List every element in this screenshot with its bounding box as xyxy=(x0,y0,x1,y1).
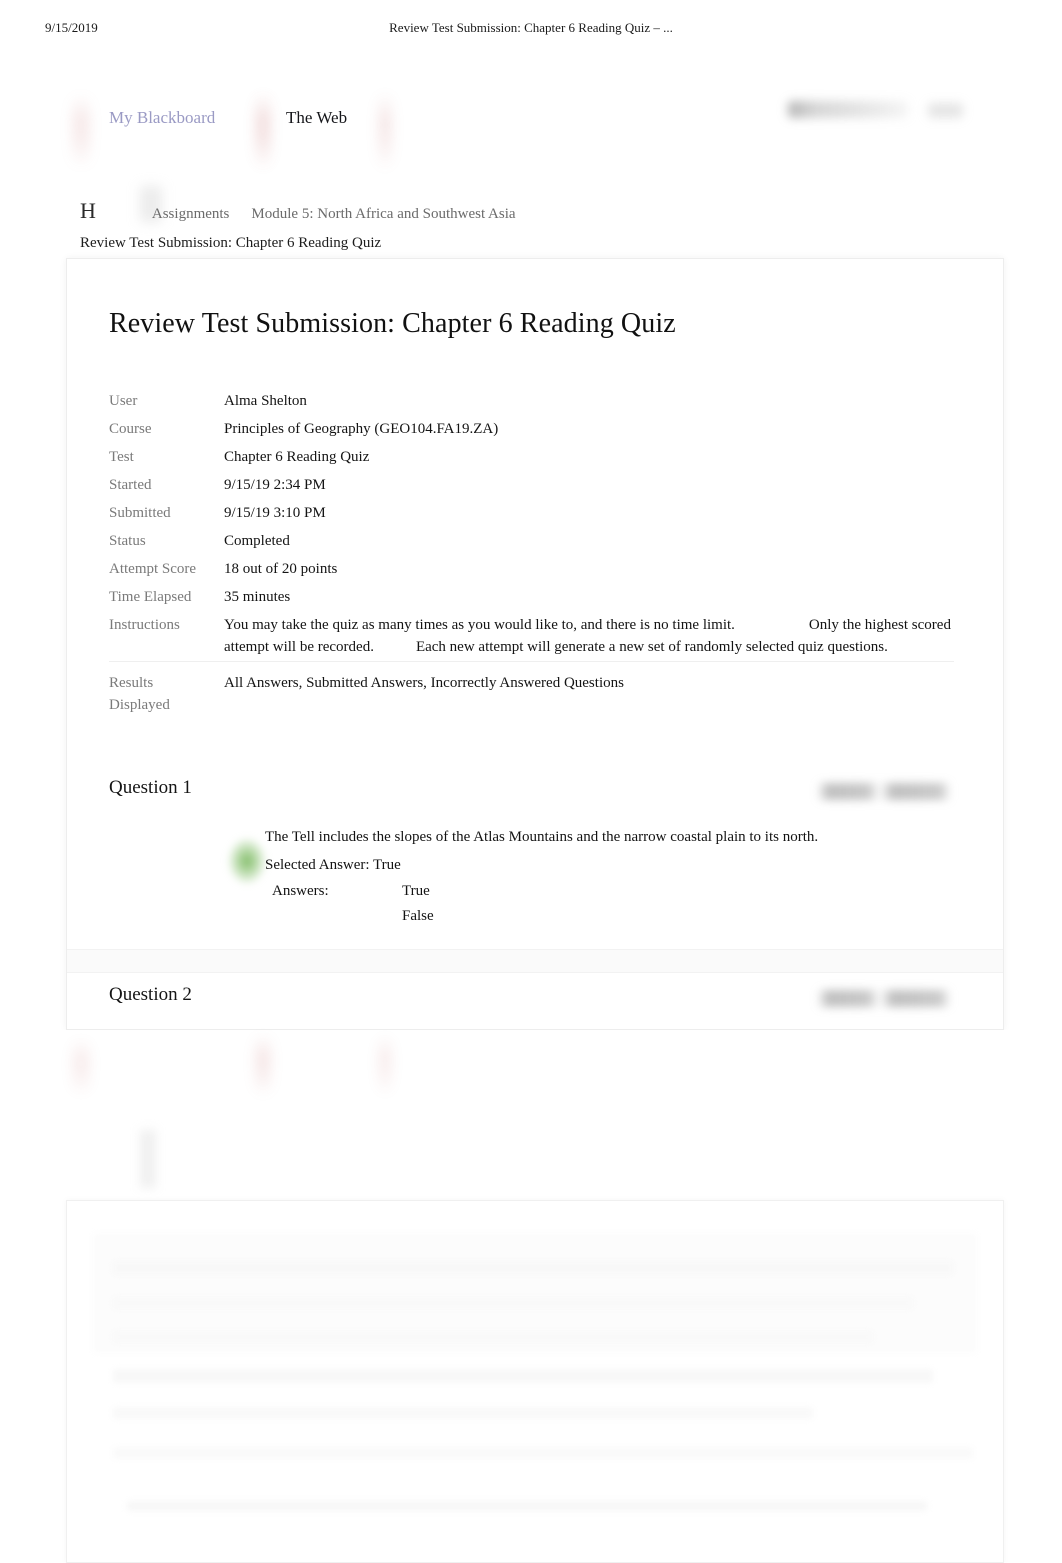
info-row-test: Test Chapter 6 Reading Quiz xyxy=(109,443,954,471)
info-value-attempt-score: 18 out of 20 points xyxy=(224,561,338,577)
breadcrumb: H Assignments Module 5: North Africa and S… xyxy=(80,198,960,256)
question-2-title: Question 2 xyxy=(109,984,192,1005)
site-navigation-bar: My Blackboard The Web xyxy=(0,46,1062,170)
question-1-selected-value: True xyxy=(373,857,401,873)
question-2-points-badge-blurred xyxy=(817,990,951,1007)
page-title: Review Test Submission: Chapter 6 Readin… xyxy=(109,307,676,339)
breadcrumb-home[interactable]: H xyxy=(80,198,96,223)
info-label-status: Status xyxy=(109,533,146,549)
info-label-user: User xyxy=(109,393,138,409)
info-label-results-displayed: Results Displayed xyxy=(109,661,224,719)
question-2-header: Question 2 xyxy=(67,984,1003,1018)
print-header: 9/15/2019 Review Test Submission: Chapte… xyxy=(0,20,1062,46)
info-value-status: Completed xyxy=(224,533,290,549)
page2-smudge-2 xyxy=(255,1034,271,1096)
header-logout-blurred[interactable] xyxy=(928,103,963,118)
question-block-2: Question 2 xyxy=(67,984,1003,1018)
question-divider xyxy=(67,949,1003,973)
nav-tab-my-blackboard[interactable]: My Blackboard xyxy=(109,108,215,128)
breadcrumb-current: Review Test Submission: Chapter 6 Readin… xyxy=(80,235,382,251)
info-label-test: Test xyxy=(109,449,134,465)
page2-ghost-line-3 xyxy=(113,1331,873,1343)
info-label-started: Started xyxy=(109,477,152,493)
question-1-body: The Tell includes the slopes of the Atla… xyxy=(67,811,1003,945)
info-value-results-displayed: All Answers, Submitted Answers, Incorrec… xyxy=(224,661,954,719)
question-1-text: The Tell includes the slopes of the Atla… xyxy=(265,829,819,845)
nav-separator-smudge-2 xyxy=(255,92,271,170)
info-value-submitted: 9/15/19 3:10 PM xyxy=(224,505,326,521)
question-1-title: Question 1 xyxy=(109,777,192,798)
question-1-answers: Answers: True False xyxy=(272,879,1003,929)
info-row-time-elapsed: Time Elapsed 35 minutes xyxy=(109,583,954,611)
question-1-answer-option-true: True xyxy=(402,883,430,899)
page2-smudge-3 xyxy=(378,1034,392,1096)
page2-ghost-line-4 xyxy=(113,1369,933,1383)
info-row-results-displayed: Results Displayed All Answers, Submitted… xyxy=(109,661,954,719)
question-1-answer-option-false: False xyxy=(402,908,434,924)
info-label-time-elapsed: Time Elapsed xyxy=(109,589,192,605)
info-label-course: Course xyxy=(109,421,152,437)
info-label-attempt-score: Attempt Score xyxy=(109,561,197,577)
info-value-started: 9/15/19 2:34 PM xyxy=(224,477,326,493)
nav-separator-smudge-1 xyxy=(72,94,90,168)
info-row-instructions: Instructions You may take the quiz as ma… xyxy=(109,611,954,662)
submission-info-table: User Alma Shelton Course Principles of G… xyxy=(109,387,954,719)
question-1-header: Question 1 xyxy=(67,777,1003,811)
info-value-user: Alma Shelton xyxy=(224,393,307,409)
info-row-status: Status Completed xyxy=(109,527,954,555)
instructions-part-3: Each new attempt will generate a new set… xyxy=(415,639,888,655)
page2-ghost-line-1 xyxy=(113,1261,953,1275)
question-1-answers-label: Answers: xyxy=(272,883,329,899)
page2-content-card xyxy=(66,1200,1004,1563)
breadcrumb-item-module-5[interactable]: Module 5: North Africa and Southwest Asi… xyxy=(251,206,515,222)
correct-answer-icon xyxy=(229,839,265,883)
question-1-selected-answer: Selected Answer: True xyxy=(265,851,1003,879)
question-1-points-badge-blurred xyxy=(817,783,951,800)
page2-breadcrumb-ghost xyxy=(140,1130,156,1188)
page2-smudge-1 xyxy=(72,1038,90,1096)
print-page-title: Review Test Submission: Chapter 6 Readin… xyxy=(389,20,673,35)
page2-ghost-line-2 xyxy=(113,1297,913,1309)
info-row-user: User Alma Shelton xyxy=(109,387,954,415)
info-row-attempt-score: Attempt Score 18 out of 20 points xyxy=(109,555,954,583)
info-row-course: Course Principles of Geography (GEO104.F… xyxy=(109,415,954,443)
header-account-menu-blurred[interactable] xyxy=(788,101,908,118)
info-value-test: Chapter 6 Reading Quiz xyxy=(224,449,370,465)
info-value-time-elapsed: 35 minutes xyxy=(224,589,291,605)
info-label-submitted: Submitted xyxy=(109,505,171,521)
page2-ghost-line-5 xyxy=(113,1407,813,1419)
question-block-1: Question 1 The Tell includes the slopes … xyxy=(67,777,1003,945)
info-row-submitted: Submitted 9/15/19 3:10 PM xyxy=(109,499,954,527)
printed-page-2 xyxy=(0,1030,1062,1563)
info-value-instructions: You may take the quiz as many times as y… xyxy=(224,611,954,662)
instructions-part-1: You may take the quiz as many times as y… xyxy=(224,617,735,633)
breadcrumb-item-assignments[interactable]: Assignments xyxy=(152,206,230,222)
info-label-instructions: Instructions xyxy=(109,617,180,633)
info-value-course: Principles of Geography (GEO104.FA19.ZA) xyxy=(224,421,499,437)
info-row-started: Started 9/15/19 2:34 PM xyxy=(109,471,954,499)
question-1-selected-label: Selected Answer: xyxy=(265,857,370,873)
page2-ghost-line-6 xyxy=(113,1447,973,1459)
test-submission-card: Review Test Submission: Chapter 6 Readin… xyxy=(66,258,1004,1030)
nav-separator-smudge-3 xyxy=(378,92,392,170)
printed-page-1: 9/15/2019 Review Test Submission: Chapte… xyxy=(0,0,1062,1030)
page2-ghost-line-7 xyxy=(127,1501,927,1511)
nav-tab-the-web[interactable]: The Web xyxy=(286,108,347,128)
